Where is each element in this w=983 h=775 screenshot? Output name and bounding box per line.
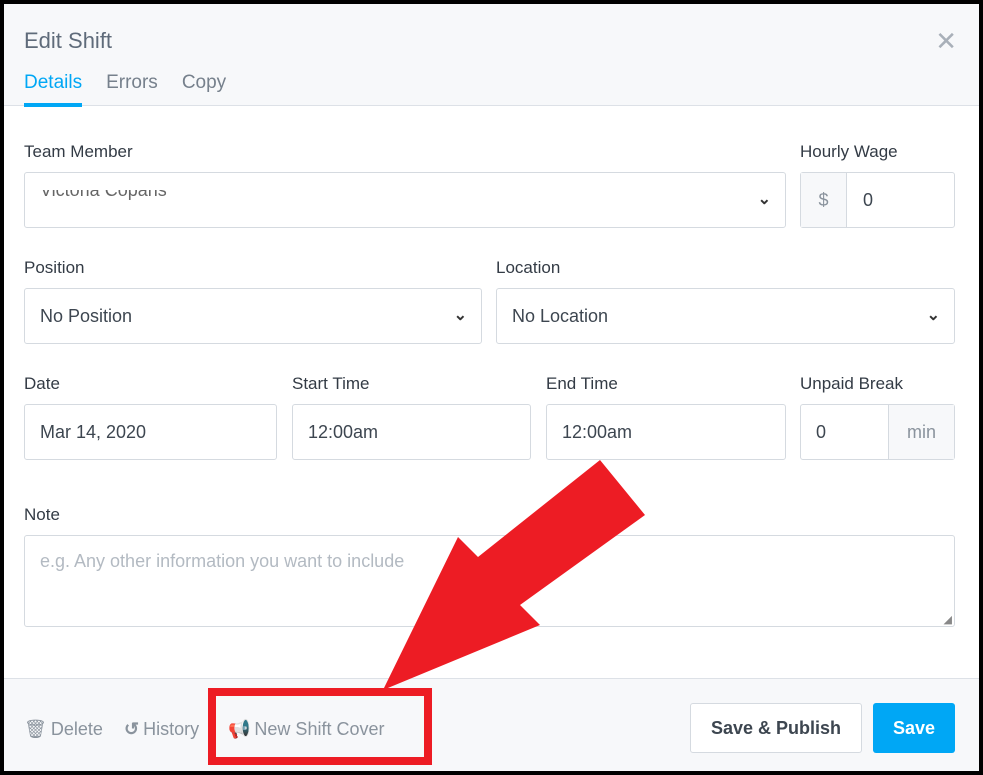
red-highlight-box <box>208 688 432 765</box>
red-arrow <box>383 460 645 690</box>
annotation-overlay <box>208 460 645 765</box>
